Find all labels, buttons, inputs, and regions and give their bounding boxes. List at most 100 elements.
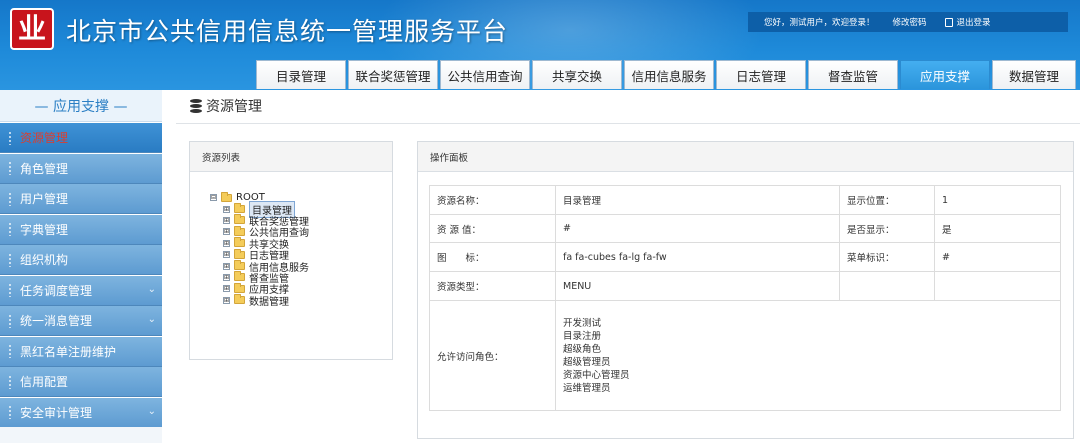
sidebar-item-security-audit[interactable]: 安全审计管理 ⌄ xyxy=(0,397,162,428)
resource-type-label: 资源类型： xyxy=(429,271,556,301)
sidebar-heading: — 应用支撑 — xyxy=(0,90,162,122)
sidebar-item-label: 安全审计管理 xyxy=(20,405,93,420)
logout-link[interactable]: 退出登录 xyxy=(957,16,991,28)
folder-icon xyxy=(234,271,245,282)
operation-panel: 操作面板 资源名称： 目录管理 显示位置： 1 资 源 值： # 是否显示： 是… xyxy=(417,141,1074,439)
collapse-icon[interactable]: ⊟ xyxy=(210,194,217,202)
expand-icon[interactable]: ⊞ xyxy=(223,216,230,224)
folder-icon xyxy=(234,203,245,214)
nav-tab-public-credit-query[interactable]: 公共信用查询 xyxy=(440,60,530,89)
grip-icon xyxy=(8,130,12,145)
nav-tab-credit-info-service[interactable]: 信用信息服务 xyxy=(624,60,714,89)
folder-icon xyxy=(234,294,245,305)
sidebar-item-label: 资源管理 xyxy=(20,131,69,145)
folder-icon xyxy=(234,260,245,271)
site-title: 北京市公共信用信息统一管理服务平台 xyxy=(66,17,509,46)
site-logo[interactable]: 业 xyxy=(10,8,54,50)
role-item: 运维管理员 xyxy=(563,382,611,394)
sidebar-item-task-scheduling[interactable]: 任务调度管理 ⌄ xyxy=(0,275,162,306)
empty-cell xyxy=(839,271,935,301)
nav-tab-supervision[interactable]: 督查监管 xyxy=(808,60,898,89)
folder-icon xyxy=(234,225,245,236)
logout-icon[interactable] xyxy=(944,17,953,27)
grip-icon xyxy=(8,313,12,328)
grip-icon xyxy=(8,374,12,389)
sidebar-item-label: 角色管理 xyxy=(20,161,69,176)
role-item: 资源中心管理员 xyxy=(563,369,630,381)
table-row: 资源名称： 目录管理 显示位置： 1 xyxy=(429,185,1061,215)
sidebar-item-dictionary-management[interactable]: 字典管理 xyxy=(0,214,162,245)
icon-label: 图 标： xyxy=(429,242,556,272)
change-password-link[interactable]: 修改密码 xyxy=(893,16,927,28)
resource-type-value: MENU xyxy=(555,271,840,301)
resource-list-title: 资源列表 xyxy=(190,142,392,172)
resource-name-value: 目录管理 xyxy=(555,185,840,215)
expand-icon[interactable]: ⊞ xyxy=(223,228,230,236)
sidebar-item-label: 黑红名单注册维护 xyxy=(20,344,117,359)
role-item: 超级角色 xyxy=(563,343,602,355)
expand-icon[interactable]: ⊞ xyxy=(223,273,230,281)
page-title-text: 资源管理 xyxy=(206,99,262,115)
page-title: 资源管理 xyxy=(190,96,262,116)
role-item: 超级管理员 xyxy=(563,356,611,368)
grip-icon xyxy=(8,161,12,175)
tree-node-label[interactable]: 数据管理 xyxy=(249,293,289,308)
sidebar-item-label: 字典管理 xyxy=(20,222,69,237)
resource-detail-table: 资源名称： 目录管理 显示位置： 1 资 源 值： # 是否显示： 是 图 标：… xyxy=(429,185,1061,411)
is-visible-value: 是 xyxy=(934,214,1061,243)
folder-icon xyxy=(234,237,245,248)
nav-tab-sharing-exchange[interactable]: 共享交换 xyxy=(532,60,622,89)
sidebar-footer xyxy=(0,427,162,443)
menu-id-label: 菜单标识： xyxy=(839,242,935,272)
icon-value: fa fa-cubes fa-lg fa-fw xyxy=(555,242,840,272)
sidebar-item-label: 组织机构 xyxy=(20,253,69,267)
chevron-down-icon[interactable]: ⌄ xyxy=(148,284,156,295)
folder-icon xyxy=(234,248,245,259)
grip-icon xyxy=(8,191,12,206)
nav-tab-log-management[interactable]: 日志管理 xyxy=(716,60,806,89)
grip-icon xyxy=(8,252,12,267)
resource-name-label: 资源名称： xyxy=(429,185,556,215)
is-visible-label: 是否显示： xyxy=(839,214,935,243)
greeting-text: 您好，测试用户，欢迎登录！ xyxy=(764,18,875,28)
sidebar-item-resource-management[interactable]: 资源管理 xyxy=(0,123,162,153)
role-item: 开发测试 xyxy=(563,317,602,329)
expand-icon[interactable]: ⊞ xyxy=(223,296,230,304)
sidebar-item-blacklist-registry[interactable]: 黑红名单注册维护 xyxy=(0,336,162,367)
sidebar-item-organization[interactable]: 组织机构 xyxy=(0,245,162,275)
grip-icon xyxy=(8,344,12,358)
user-bar: 您好，测试用户，欢迎登录！ 修改密码 退出登录 xyxy=(748,12,1068,32)
grip-icon xyxy=(8,405,12,419)
nav-tab-catalog[interactable]: 目录管理 xyxy=(256,60,346,89)
expand-icon[interactable]: ⊞ xyxy=(223,251,230,259)
resource-value-label: 资 源 值： xyxy=(429,214,556,243)
sidebar-item-user-management[interactable]: 用户管理 xyxy=(0,184,162,214)
resource-list-panel: 资源列表 ⊟ ROOT ⊞ 目录管理 ⊞ 联合奖惩管理 ⊞ 公共信用查询 ⊞ 共… xyxy=(189,141,393,360)
allowed-roles-label: 允许访问角色： xyxy=(429,300,556,411)
nav-tab-joint-reward-punish[interactable]: 联合奖惩管理 xyxy=(348,60,438,89)
sidebar-item-label: 用户管理 xyxy=(20,192,69,206)
sidebar-item-credit-config[interactable]: 信用配置 xyxy=(0,367,162,397)
tree-node-data-management[interactable]: ⊞ 数据管理 xyxy=(210,293,309,308)
chevron-down-icon[interactable]: ⌄ xyxy=(148,314,156,325)
expand-icon[interactable]: ⊞ xyxy=(223,205,230,213)
display-position-label: 显示位置： xyxy=(839,185,935,215)
table-row: 图 标： fa fa-cubes fa-lg fa-fw 菜单标识： # xyxy=(429,242,1061,272)
expand-icon[interactable]: ⊞ xyxy=(223,285,230,293)
nav-tab-data-management[interactable]: 数据管理 xyxy=(992,60,1076,89)
sidebar-item-role-management[interactable]: 角色管理 xyxy=(0,153,162,184)
allowed-roles-list: 开发测试 目录注册 超级角色 超级管理员 资源中心管理员 运维管理员 xyxy=(555,300,1061,411)
sidebar-item-label: 统一消息管理 xyxy=(20,314,93,328)
expand-icon[interactable]: ⊞ xyxy=(223,262,230,270)
folder-icon xyxy=(234,282,245,293)
sidebar: 资源管理 角色管理 用户管理 字典管理 组织机构 任务调度管理 ⌄ 统一消息管理… xyxy=(0,123,162,428)
table-row: 资源类型： MENU xyxy=(429,271,1061,301)
expand-icon[interactable]: ⊞ xyxy=(223,239,230,247)
chevron-down-icon[interactable]: ⌄ xyxy=(148,406,156,417)
database-icon xyxy=(190,99,202,113)
grip-icon xyxy=(8,283,12,297)
sidebar-item-message-management[interactable]: 统一消息管理 ⌄ xyxy=(0,306,162,336)
nav-tab-app-support[interactable]: 应用支撑 xyxy=(900,60,990,89)
title-divider xyxy=(176,123,1080,124)
table-row: 资 源 值： # 是否显示： 是 xyxy=(429,214,1061,243)
